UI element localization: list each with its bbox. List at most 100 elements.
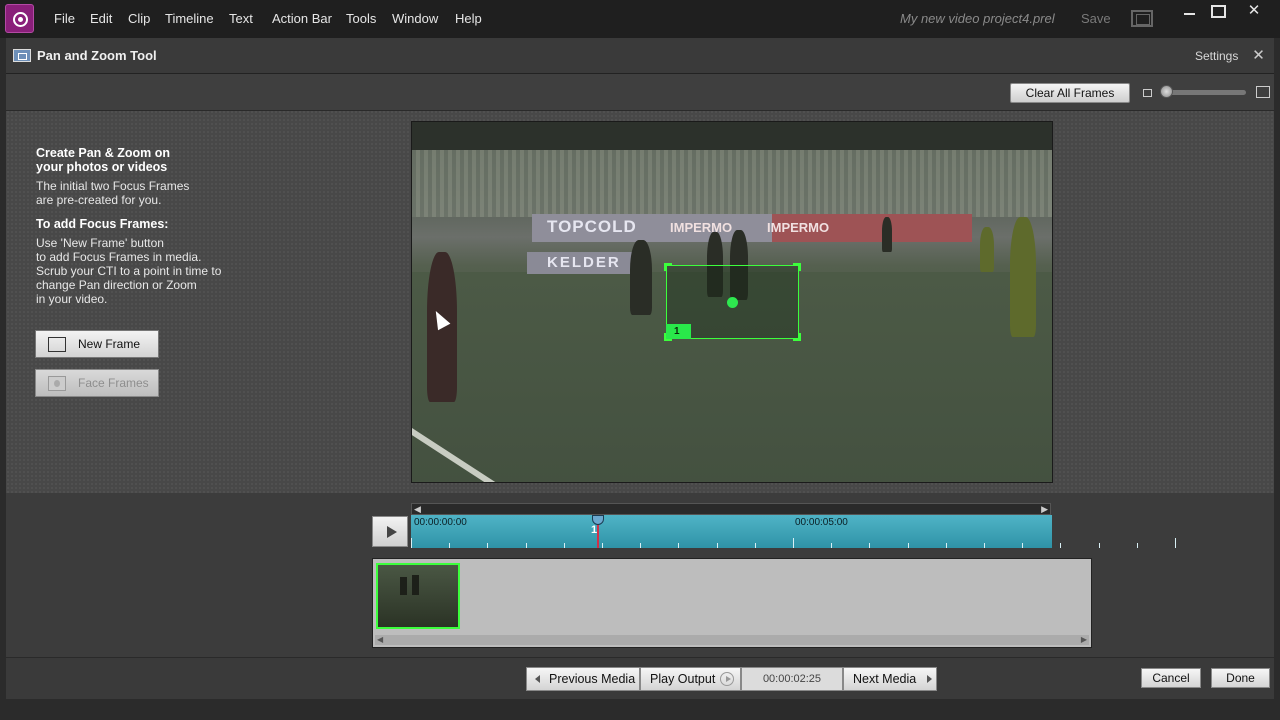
- scroll-right-icon[interactable]: ▶: [1041, 504, 1048, 514]
- ruler-tick: [525, 543, 527, 548]
- ad-text-impermo-2: IMPERMO: [767, 220, 830, 235]
- ruler-tick: [1060, 543, 1062, 548]
- zoom-slider[interactable]: [1164, 90, 1246, 95]
- window-close-icon[interactable]: ✕: [1241, 2, 1267, 20]
- ad-text-kelder: KELDER: [547, 254, 621, 271]
- ruler-tick: [793, 538, 794, 548]
- menu-help[interactable]: Help: [455, 11, 482, 26]
- ruler-tick: [678, 543, 680, 548]
- focus-frame-number: 1: [666, 324, 691, 339]
- app-logo-icon[interactable]: [5, 4, 34, 33]
- settings-link[interactable]: Settings: [1195, 49, 1238, 63]
- menu-window[interactable]: Window: [392, 11, 438, 26]
- ruler-tick: [563, 543, 565, 548]
- ruler-tick: [831, 543, 833, 548]
- player: [630, 240, 652, 315]
- focus-frame-handle[interactable]: [664, 263, 672, 271]
- play-output-label: Play Output: [650, 672, 716, 686]
- zoom-in-icon[interactable]: [1256, 86, 1270, 98]
- toolbar-strip: Clear All Frames: [6, 74, 1274, 111]
- window-maximize-icon[interactable]: [1204, 2, 1230, 20]
- focus-frame-handle[interactable]: [793, 263, 801, 271]
- done-button[interactable]: Done: [1211, 668, 1270, 688]
- play-button[interactable]: [372, 516, 408, 547]
- ruler-tick: [754, 543, 756, 548]
- menu-text[interactable]: Text: [229, 11, 253, 26]
- instructions-step-1: Use 'New Frame' button: [36, 236, 164, 250]
- menu-file[interactable]: File: [54, 11, 75, 26]
- ad-text-topcold: TOPCOLD: [547, 217, 637, 236]
- focus-frame-center[interactable]: [727, 297, 738, 308]
- arrow-left-icon: [535, 675, 540, 683]
- arrow-right-icon: [927, 675, 932, 683]
- zoom-out-icon[interactable]: [1143, 89, 1152, 97]
- ruler-tick: [602, 543, 603, 548]
- player: [1010, 217, 1036, 337]
- menu-tools[interactable]: Tools: [346, 11, 376, 26]
- instructions-add-heading: To add Focus Frames:: [36, 217, 169, 231]
- panel-title: Pan and Zoom Tool: [37, 48, 157, 63]
- main-area: Clear All Frames Create Pan & Zoom on yo…: [6, 74, 1274, 493]
- timeline-area: ◀ ▶ 00:00:00:00 00:00:05:00 1 ◀ ▶: [6, 493, 1274, 657]
- next-media-label: Next Media: [853, 672, 917, 686]
- scroll-left-icon[interactable]: ◀: [414, 504, 421, 514]
- frame-thumbnail-track: ◀ ▶: [372, 558, 1092, 648]
- timecode-display: 00:00:02:25: [741, 667, 843, 691]
- thumbnail-scrollbar[interactable]: ◀ ▶: [375, 635, 1089, 645]
- stadium-roof: [412, 122, 1052, 150]
- time-mid-label: 00:00:05:00: [795, 517, 848, 528]
- focus-frame[interactable]: 1: [664, 263, 801, 341]
- bottom-bar: Previous Media Play Output 00:00:02:25 N…: [6, 657, 1274, 699]
- video-preview[interactable]: TOPCOLD IMPERMO IMPERMO KELDER 1: [411, 121, 1053, 483]
- ruler-tick: [984, 543, 985, 548]
- instructions-step-3: Scrub your CTI to a point in time to: [36, 264, 222, 278]
- new-frame-button[interactable]: New Frame: [35, 330, 159, 358]
- play-circle-icon: [720, 672, 734, 686]
- instructions-intro-1: The initial two Focus Frames: [36, 179, 190, 193]
- thumb-scroll-right-icon[interactable]: ▶: [1081, 635, 1087, 645]
- thumb-scroll-left-icon[interactable]: ◀: [377, 635, 383, 645]
- play-output-button[interactable]: Play Output: [640, 667, 741, 691]
- face-frames-button[interactable]: Face Frames: [35, 369, 159, 397]
- time-start-label: 00:00:00:00: [414, 517, 467, 528]
- fullscreen-icon[interactable]: [1131, 10, 1153, 27]
- focus-frame-handle[interactable]: [793, 333, 801, 341]
- player: [882, 217, 892, 252]
- next-media-button[interactable]: Next Media: [843, 667, 937, 691]
- new-frame-label: New Frame: [78, 337, 141, 351]
- clear-all-frames-button[interactable]: Clear All Frames: [1010, 83, 1130, 103]
- ruler-tick: [449, 543, 451, 548]
- ruler-tick: [1136, 543, 1138, 548]
- ruler-tick: [1022, 543, 1024, 548]
- timeline-scrollbar[interactable]: ◀ ▶: [411, 503, 1051, 515]
- focus-frame-thumbnail[interactable]: [376, 563, 460, 629]
- zoom-slider-handle[interactable]: [1160, 85, 1173, 98]
- window-minimize-icon[interactable]: [1177, 2, 1203, 20]
- instructions-intro-2: are pre-created for you.: [36, 193, 162, 207]
- panel-close-icon[interactable]: ✕: [1251, 48, 1266, 63]
- title-bar: File Edit Clip Timeline Text Action Bar …: [0, 0, 1280, 38]
- time-ruler[interactable]: 00:00:00:00 00:00:05:00 1: [411, 515, 1176, 548]
- menu-action-bar[interactable]: Action Bar: [272, 11, 332, 26]
- instructions-heading-1: Create Pan & Zoom on: [36, 146, 171, 160]
- save-button[interactable]: Save: [1081, 11, 1111, 26]
- ruler-tick: [907, 543, 909, 548]
- instructions-step-2: to add Focus Frames in media.: [36, 250, 202, 264]
- previous-media-button[interactable]: Previous Media: [526, 667, 640, 691]
- ruler-tick: [716, 543, 718, 548]
- ruler-tick: [945, 543, 947, 548]
- play-icon: [387, 526, 397, 538]
- ruler-tick: [487, 543, 489, 548]
- panel-header: Pan and Zoom Tool Settings ✕: [6, 38, 1274, 74]
- instructions-step-5: in your video.: [36, 292, 108, 306]
- ad-text-impermo-1: IMPERMO: [670, 220, 733, 235]
- previous-media-label: Previous Media: [549, 672, 636, 686]
- menu-edit[interactable]: Edit: [90, 11, 112, 26]
- instructions-heading-2: your photos or videos: [36, 160, 168, 174]
- project-name: My new video project4.prel: [900, 11, 1055, 26]
- ruler-tick: [869, 543, 871, 548]
- ruler-tick: [411, 538, 412, 548]
- cancel-button[interactable]: Cancel: [1141, 668, 1201, 688]
- menu-timeline[interactable]: Timeline: [165, 11, 214, 26]
- menu-clip[interactable]: Clip: [128, 11, 150, 26]
